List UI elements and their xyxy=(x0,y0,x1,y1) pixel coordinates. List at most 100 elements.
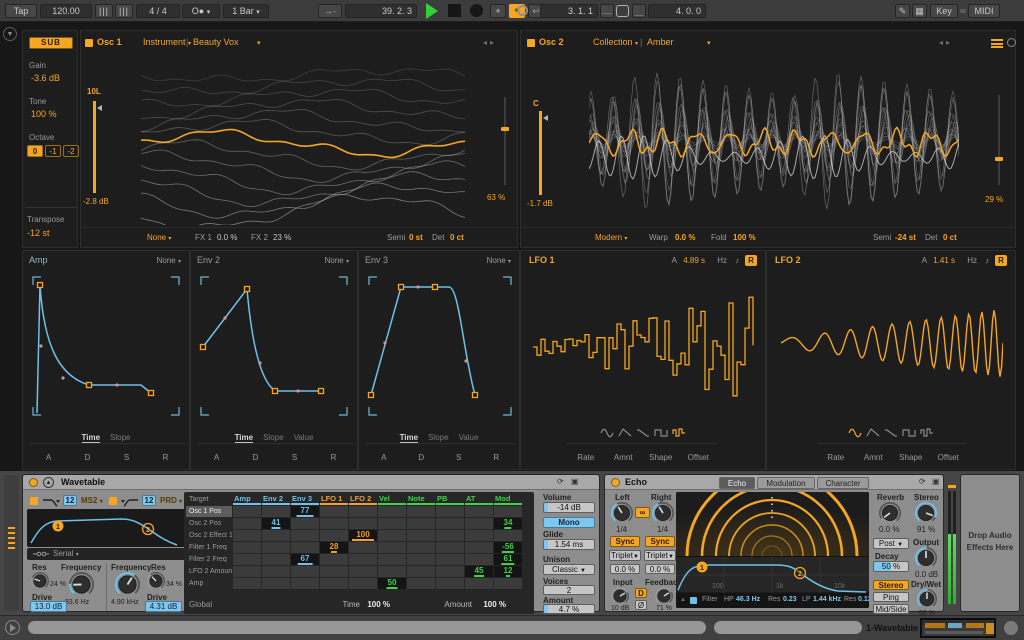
matrix-cell[interactable] xyxy=(407,554,435,565)
right-offset-value[interactable]: 0.0 % xyxy=(645,564,675,574)
matrix-cell[interactable] xyxy=(465,518,493,529)
sine-icon[interactable] xyxy=(848,425,862,438)
matrix-cell[interactable] xyxy=(320,566,348,577)
overdub-icon[interactable]: + xyxy=(490,4,506,18)
env2-title[interactable]: Env 2 xyxy=(197,255,220,265)
loop-start-field[interactable]: 3. 1. 1 xyxy=(540,4,598,18)
filter2-type-highpass-icon[interactable] xyxy=(121,496,139,507)
hot-swap-icon[interactable]: ⟳ xyxy=(557,477,564,486)
matrix-row-label[interactable]: Filter 2 Freq xyxy=(186,554,232,565)
mode-midside-button[interactable]: Mid/Side xyxy=(873,604,909,614)
stereo-link-icon[interactable]: ∞ xyxy=(635,507,650,518)
save-preset-icon[interactable]: ▣ xyxy=(932,477,940,486)
filter-display[interactable]: 1 2 xyxy=(27,509,185,547)
matrix-cell[interactable] xyxy=(407,542,435,553)
matrix-cell[interactable]: 77 xyxy=(291,506,319,517)
matrix-cell[interactable]: 61 xyxy=(494,554,522,565)
tap-tempo-button[interactable]: Tap xyxy=(5,4,37,18)
matrix-cell[interactable] xyxy=(349,566,377,577)
lfo2-hz-label[interactable]: Hz xyxy=(967,256,977,265)
sine-icon[interactable] xyxy=(600,425,614,438)
fx1-value[interactable]: 0.0 % xyxy=(217,233,237,242)
matrix-cell[interactable] xyxy=(233,506,261,517)
matrix-cell[interactable] xyxy=(291,578,319,589)
matrix-cell[interactable] xyxy=(436,554,464,565)
matrix-cell[interactable] xyxy=(465,554,493,565)
matrix-cell[interactable] xyxy=(407,506,435,517)
matrix-column-header[interactable]: Amp xyxy=(233,494,261,505)
matrix-cell[interactable] xyxy=(378,530,406,541)
tab-slope[interactable]: Slope xyxy=(428,433,448,442)
matrix-column-header[interactable]: LFO 1 xyxy=(320,494,348,505)
filter2-freq-knob[interactable] xyxy=(114,571,140,602)
lfo1-attack-value[interactable]: 4.89 s xyxy=(683,256,705,265)
show-hide-button[interactable] xyxy=(1004,621,1018,635)
matrix-cell[interactable]: -56 xyxy=(494,542,522,553)
punch-out-icon[interactable]: ⎽ xyxy=(632,4,646,18)
osc2-gain-fader[interactable] xyxy=(539,111,542,195)
hot-swap-icon[interactable]: ⟳ xyxy=(919,477,926,486)
octave-minus1-button[interactable]: -1 xyxy=(45,145,61,157)
osc2-gain-value[interactable]: -1.7 dB xyxy=(527,199,553,208)
matrix-cell[interactable] xyxy=(378,518,406,529)
hp-res-value[interactable]: 0.23 xyxy=(783,596,797,603)
matrix-column-header[interactable]: Mod xyxy=(494,494,522,505)
matrix-cell[interactable]: 45 xyxy=(465,566,493,577)
det-value[interactable]: 0 ct xyxy=(943,233,957,242)
echo-title-bar[interactable]: Echo Echo Modulation Character ⟳ ▣ xyxy=(605,475,943,490)
matrix-cell[interactable] xyxy=(436,530,464,541)
tab-value[interactable]: Value xyxy=(294,433,314,442)
matrix-cell[interactable] xyxy=(378,554,406,565)
filter1-toggle[interactable] xyxy=(30,497,38,505)
filter1-type-lowpass-icon[interactable] xyxy=(42,496,60,507)
env3-mod-menu[interactable]: None ▾ xyxy=(487,256,511,265)
lfo1-retrigger-button[interactable]: R xyxy=(745,255,757,266)
matrix-cell[interactable] xyxy=(465,530,493,541)
sub-button[interactable]: SUB xyxy=(29,37,73,49)
feedback-value[interactable]: 71 % xyxy=(656,605,672,612)
saw-icon[interactable] xyxy=(636,425,650,437)
osc2-wavetable-dropdown-icon[interactable]: ▾ xyxy=(707,39,711,47)
amp-env-mod-menu[interactable]: None ▾ xyxy=(157,256,181,265)
time-value[interactable]: 100 % xyxy=(367,600,390,609)
reverb-position-menu[interactable]: Post ▼ xyxy=(873,538,909,549)
output-value[interactable]: 0.0 dB xyxy=(915,570,938,579)
amp-envelope-display[interactable] xyxy=(27,271,185,421)
filter1-model-menu[interactable]: MS2 ▾ xyxy=(81,496,103,505)
osc2-gain-handle[interactable] xyxy=(543,115,548,121)
amp-env-title[interactable]: Amp xyxy=(29,255,48,265)
play-button[interactable] xyxy=(426,3,438,19)
stop-button[interactable] xyxy=(448,4,461,17)
lfo2-title[interactable]: LFO 2 xyxy=(775,255,801,265)
matrix-cell[interactable] xyxy=(349,554,377,565)
matrix-cell[interactable] xyxy=(320,530,348,541)
osc1-position-handle[interactable] xyxy=(501,127,509,131)
record-button[interactable] xyxy=(470,4,483,17)
groove-menu[interactable]: 1 Bar ▾ xyxy=(223,4,269,18)
freq2-value[interactable]: 4.90 kHz xyxy=(111,599,139,606)
matrix-cell[interactable] xyxy=(320,506,348,517)
lfo2-waveform-display[interactable] xyxy=(781,273,1003,421)
matrix-cell[interactable]: 67 xyxy=(291,554,319,565)
computer-midi-keyboard-icon[interactable]: ▦ xyxy=(912,4,927,18)
matrix-cell[interactable] xyxy=(407,530,435,541)
osc1-category-menu[interactable]: Instrument ▾ xyxy=(143,37,191,47)
reverb-value[interactable]: 0.0 % xyxy=(879,525,899,534)
drive2-value[interactable]: 4.31 dB xyxy=(145,601,182,612)
matrix-cell[interactable] xyxy=(262,506,290,517)
matrix-cell[interactable]: 28 xyxy=(320,542,348,553)
transpose-value[interactable]: -12 st xyxy=(27,228,50,238)
matrix-column-header[interactable]: Vel xyxy=(378,494,406,505)
feedback-phase-button[interactable]: Ø xyxy=(635,600,647,610)
matrix-cell[interactable] xyxy=(494,578,522,589)
lfo2-note-sync-icon[interactable]: ♪ xyxy=(985,256,989,265)
matrix-cell[interactable] xyxy=(233,518,261,529)
mode-pingpong-button[interactable]: Ping Pong xyxy=(873,592,909,612)
quantize-menu[interactable]: O● ▾ xyxy=(182,4,220,18)
stereo-value[interactable]: 91 % xyxy=(917,525,935,534)
matrix-cell[interactable] xyxy=(378,566,406,577)
voices-value[interactable]: 2 xyxy=(543,585,595,595)
matrix-cell[interactable] xyxy=(262,554,290,565)
osc2-wavetable-visualization[interactable] xyxy=(589,55,959,227)
tab-value[interactable]: Value xyxy=(459,433,479,442)
